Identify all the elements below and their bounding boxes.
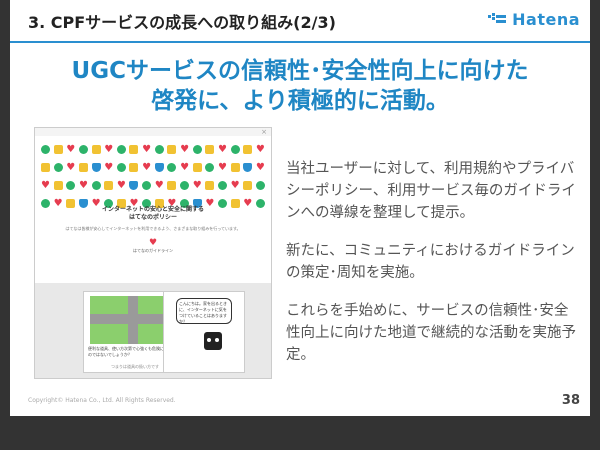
shield-icon: [91, 162, 101, 172]
check-icon: [167, 162, 177, 172]
heart-icon: ♥: [154, 179, 164, 191]
heart-icon: ♥: [243, 197, 253, 209]
heart-icon: ♥: [148, 238, 158, 248]
character-eye-right: [215, 338, 219, 342]
lock-icon: [243, 144, 253, 154]
check-icon: [91, 180, 101, 190]
page-number: 38: [561, 393, 580, 408]
guideline-link: はてなのガイドライン: [133, 248, 173, 253]
hatena-logo: Hatena: [488, 10, 580, 29]
illustration-card-character: こんにちは。家を出るときに、インターネットに気をつけていることはありますか？: [163, 291, 245, 373]
icon-row: ♥ ♥ ♥ ♥ ♥ ♥: [41, 176, 265, 194]
check-icon: [255, 198, 265, 208]
heart-icon: ♥: [142, 161, 152, 173]
lock-icon: [205, 144, 215, 154]
preview-top-bar: [35, 128, 271, 136]
bullet-item: 新たに、コミュニティにおけるガイドラインの策定･周知を実施。: [286, 243, 575, 281]
lock-icon: [78, 162, 88, 172]
close-icon: ×: [261, 128, 267, 136]
check-icon: [53, 162, 63, 172]
heart-icon: ♥: [66, 161, 76, 173]
shield-icon: [243, 162, 253, 172]
icon-row: ♥ ♥ ♥ ♥ ♥ ♥: [41, 140, 265, 158]
lock-icon: [104, 180, 114, 190]
header-divider: [10, 41, 590, 43]
slide: 3. CPFサービスの成長への取り組み(2/3) Hatena UGCサービスの…: [10, 0, 590, 416]
heart-icon: ♥: [142, 143, 152, 155]
heart-icon: ♥: [255, 161, 265, 173]
lock-icon: [53, 144, 63, 154]
check-icon: [66, 180, 76, 190]
check-icon: [142, 180, 152, 190]
check-icon: [41, 144, 50, 154]
heart-icon: ♥: [66, 143, 76, 155]
policy-subtitle: はてなのポリシー: [128, 214, 177, 221]
shield-icon: [154, 162, 164, 172]
speech-bubble: こんにちは。家を出るときに、インターネットに気をつけていることはありますか？: [176, 298, 232, 324]
icon-pattern-grid: ♥ ♥ ♥ ♥ ♥ ♥ ♥ ♥ ♥ ♥ ♥ ♥ ♥ ♥ ♥ ♥ ♥ ♥ ♥ ♥ ♥ ♥ ♥ ♥: [41, 140, 265, 212]
hatena-logo-icon: [488, 12, 507, 23]
policy-body-text: はてなは皆様が安心してインターネットを利用できるよう、さまざまな取り組みを行って…: [65, 226, 241, 231]
heart-icon: ♥: [78, 179, 88, 191]
lock-icon: [192, 162, 202, 172]
slide-section-title: 3. CPFサービスの成長への取り組み(2/3): [28, 13, 336, 32]
check-icon: [205, 162, 215, 172]
copyright-notice: Copyright© Hatena Co., Ltd. All Rights R…: [28, 397, 176, 404]
policy-intro: インターネットの安心と安全に関する はてなのポリシー はてなは皆様が安心してイン…: [65, 206, 241, 254]
heart-icon: ♥: [104, 161, 114, 173]
check-icon: [116, 162, 126, 172]
main-heading: UGCサービスの信頼性･安全性向上に向けた 啓発に、より積極的に活動。: [10, 56, 590, 116]
policy-page-screenshot: × ♥ ♥ ♥ ♥ ♥ ♥ ♥ ♥ ♥ ♥ ♥ ♥ ♥ ♥ ♥ ♥ ♥ ♥ ♥ ♥ ♥ ♥ ♥ ♥ インターネットの安心と安全…: [34, 127, 272, 379]
lock-icon: [129, 144, 139, 154]
lock-icon: [91, 144, 101, 154]
shield-icon: [129, 180, 139, 190]
lock-icon: [205, 180, 215, 190]
heart-icon: ♥: [180, 143, 190, 155]
heart-icon: ♥: [116, 179, 126, 191]
check-icon: [192, 144, 202, 154]
lock-icon: [167, 180, 177, 190]
heart-icon: ♥: [104, 143, 114, 155]
character-icon: [204, 332, 222, 350]
lock-icon: [129, 162, 139, 172]
slide-header: 3. CPFサービスの成長への取り組み(2/3) Hatena: [10, 0, 590, 40]
policy-title: インターネットの安心と安全に関する: [101, 206, 204, 213]
heart-icon: ♥: [192, 179, 202, 191]
check-icon: [78, 144, 88, 154]
heart-icon: ♥: [230, 179, 240, 191]
road-vertical: [128, 296, 138, 344]
logo-text: Hatena: [512, 10, 580, 29]
check-icon: [217, 180, 227, 190]
lock-icon: [53, 180, 63, 190]
lock-icon: [243, 180, 253, 190]
main-heading-line-1: UGCサービスの信頼性･安全性向上に向けた: [71, 58, 529, 84]
lock-icon: [230, 162, 240, 172]
check-icon: [255, 180, 265, 190]
heart-icon: ♥: [255, 143, 265, 155]
lock-icon: [41, 162, 50, 172]
check-icon: [230, 144, 240, 154]
heart-icon: ♥: [41, 179, 50, 191]
heart-icon: ♥: [180, 161, 190, 173]
bullet-item: 当社ユーザーに対して、利用規約やプライバシーポリシー、利用サービス毎のガイドライ…: [286, 161, 576, 221]
bullet-list: 当社ユーザーに対して、利用規約やプライバシーポリシー、利用サービス毎のガイドライ…: [286, 158, 580, 382]
heart-icon: ♥: [217, 161, 227, 173]
heart-icon: ♥: [53, 197, 63, 209]
bullet-item: これらを手始めに、サービスの信頼性･安全性向上に向けた地道で継続的な活動を実施予…: [286, 303, 576, 363]
heart-icon: ♥: [217, 143, 227, 155]
icon-row: ♥ ♥ ♥ ♥ ♥ ♥: [41, 158, 265, 176]
main-heading-line-2: 啓発に、より積極的に活動。: [151, 88, 449, 114]
check-icon: [180, 180, 190, 190]
check-icon: [154, 144, 164, 154]
character-eye-left: [207, 338, 211, 342]
lock-icon: [167, 144, 177, 154]
screen-background: 3. CPFサービスの成長への取り組み(2/3) Hatena UGCサービスの…: [0, 0, 600, 450]
check-icon: [116, 144, 126, 154]
check-icon: [41, 198, 50, 208]
